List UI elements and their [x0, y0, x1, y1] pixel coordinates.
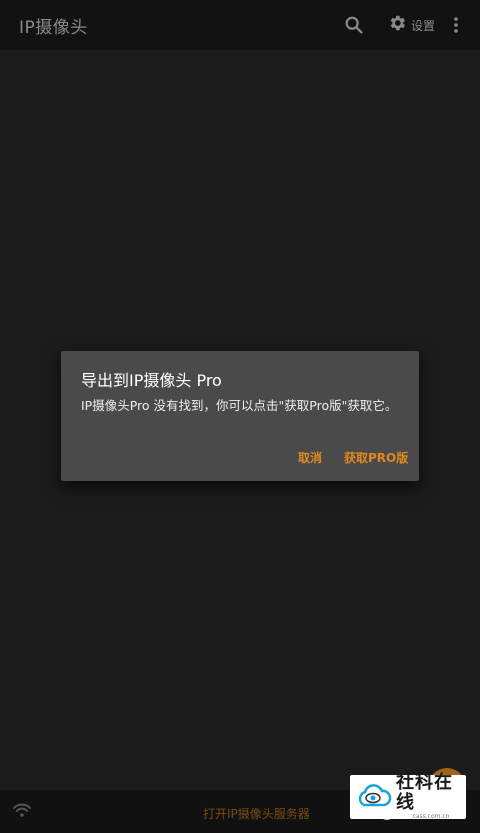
cloud-eye-logo-icon [356, 783, 392, 811]
watermark-name: 社科在线 [396, 772, 453, 813]
gear-icon [387, 13, 407, 37]
watermark-sub: cass.com.cn [412, 813, 450, 820]
wifi-icon[interactable] [12, 802, 32, 818]
dialog-title: 导出到IP摄像头 Pro [81, 371, 222, 390]
watermark: 社科在线 cass.com.cn [350, 773, 466, 821]
settings-button[interactable]: 设置 [387, 14, 435, 36]
search-icon[interactable] [343, 14, 365, 36]
dialog-message: IP摄像头Pro 没有找到，你可以点击"获取Pro版"获取它。 [81, 398, 398, 413]
app-title: IP摄像头 [19, 18, 88, 38]
more-vert-icon[interactable] [448, 14, 464, 36]
start-server-button[interactable]: 打开IP摄像头服务器 [203, 805, 310, 822]
settings-label: 设置 [411, 18, 436, 33]
get-pro-button[interactable]: 获取PRO版 [344, 449, 408, 466]
watermark-text: 社科在线 cass.com.cn [396, 773, 466, 821]
cancel-button[interactable]: 取消 [298, 449, 322, 466]
app-bar: IP摄像头 设置 [0, 0, 480, 50]
export-dialog: 导出到IP摄像头 Pro IP摄像头Pro 没有找到，你可以点击"获取Pro版"… [61, 351, 419, 481]
